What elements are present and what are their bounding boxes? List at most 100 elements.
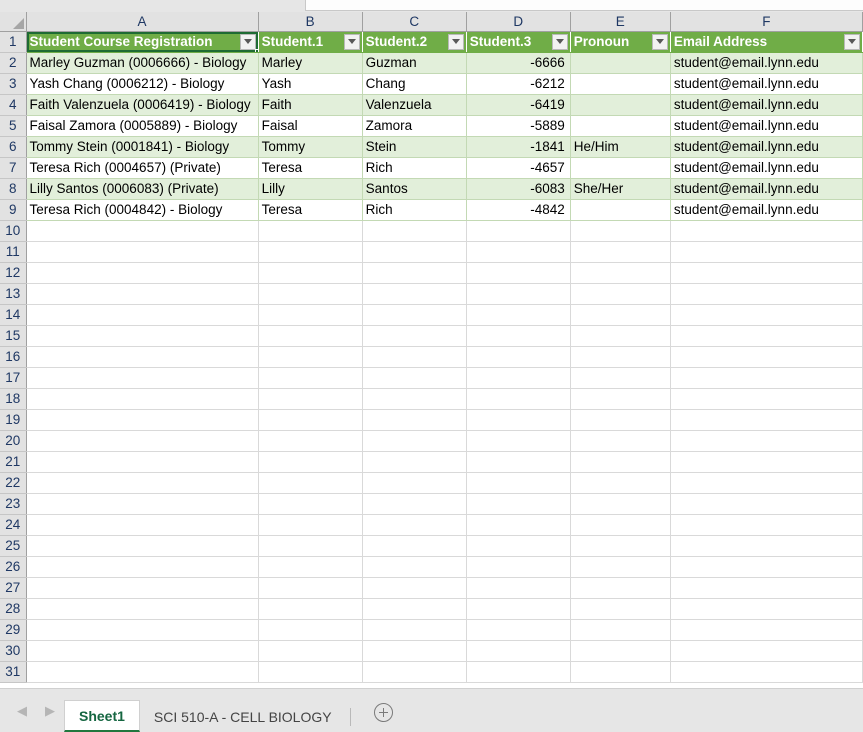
cell-B23[interactable] xyxy=(258,493,363,515)
cell-B4[interactable]: Faith xyxy=(258,94,363,116)
cell-E8[interactable]: She/Her xyxy=(570,178,671,200)
cell-A31[interactable] xyxy=(26,661,259,683)
cell-C16[interactable] xyxy=(362,346,467,368)
cell-D11[interactable] xyxy=(466,241,571,263)
cell-B24[interactable] xyxy=(258,514,363,536)
cell-D27[interactable] xyxy=(466,577,571,599)
row-header-18[interactable]: 18 xyxy=(0,388,27,410)
cell-A18[interactable] xyxy=(26,388,259,410)
cell-E11[interactable] xyxy=(570,241,671,263)
cell-A20[interactable] xyxy=(26,430,259,452)
cell-B9[interactable]: Teresa xyxy=(258,199,363,221)
cell-C10[interactable] xyxy=(362,220,467,242)
cell-C21[interactable] xyxy=(362,451,467,473)
cell-B30[interactable] xyxy=(258,640,363,662)
cell-A25[interactable] xyxy=(26,535,259,557)
cell-F26[interactable] xyxy=(670,556,863,578)
cell-A2[interactable]: Marley Guzman (0006666) - Biology xyxy=(26,52,259,74)
cell-E28[interactable] xyxy=(570,598,671,620)
cell-A21[interactable] xyxy=(26,451,259,473)
cell-E14[interactable] xyxy=(570,304,671,326)
row-header-23[interactable]: 23 xyxy=(0,493,27,515)
cell-B15[interactable] xyxy=(258,325,363,347)
cell-E22[interactable] xyxy=(570,472,671,494)
row-header-19[interactable]: 19 xyxy=(0,409,27,431)
cell-C27[interactable] xyxy=(362,577,467,599)
row-header-17[interactable]: 17 xyxy=(0,367,27,389)
cell-F21[interactable] xyxy=(670,451,863,473)
cell-C25[interactable] xyxy=(362,535,467,557)
row-header-13[interactable]: 13 xyxy=(0,283,27,305)
cell-E26[interactable] xyxy=(570,556,671,578)
cell-E5[interactable] xyxy=(570,115,671,137)
cell-F2[interactable]: student@email.lynn.edu xyxy=(670,52,863,74)
cell-C2[interactable]: Guzman xyxy=(362,52,467,74)
filter-dropdown-button-a[interactable] xyxy=(239,33,256,50)
row-header-6[interactable]: 6 xyxy=(0,136,27,158)
row-header-31[interactable]: 31 xyxy=(0,661,27,683)
cell-D12[interactable] xyxy=(466,262,571,284)
cell-F7[interactable]: student@email.lynn.edu xyxy=(670,157,863,179)
cell-A3[interactable]: Yash Chang (0006212) - Biology xyxy=(26,73,259,95)
cell-F14[interactable] xyxy=(670,304,863,326)
cell-A5[interactable]: Faisal Zamora (0005889) - Biology xyxy=(26,115,259,137)
table-header-cell-d[interactable]: Student.3 xyxy=(466,31,571,53)
cell-C14[interactable] xyxy=(362,304,467,326)
row-header-2[interactable]: 2 xyxy=(0,52,27,74)
cell-A24[interactable] xyxy=(26,514,259,536)
cell-C11[interactable] xyxy=(362,241,467,263)
cell-A17[interactable] xyxy=(26,367,259,389)
cell-C19[interactable] xyxy=(362,409,467,431)
cell-B2[interactable]: Marley xyxy=(258,52,363,74)
cell-B22[interactable] xyxy=(258,472,363,494)
cell-A6[interactable]: Tommy Stein (0001841) - Biology xyxy=(26,136,259,158)
cell-F9[interactable]: student@email.lynn.edu xyxy=(670,199,863,221)
cell-A10[interactable] xyxy=(26,220,259,242)
row-header-15[interactable]: 15 xyxy=(0,325,27,347)
row-header-7[interactable]: 7 xyxy=(0,157,27,179)
cell-E31[interactable] xyxy=(570,661,671,683)
cell-E23[interactable] xyxy=(570,493,671,515)
cell-E10[interactable] xyxy=(570,220,671,242)
cell-C28[interactable] xyxy=(362,598,467,620)
cell-F11[interactable] xyxy=(670,241,863,263)
row-header-20[interactable]: 20 xyxy=(0,430,27,452)
cell-F27[interactable] xyxy=(670,577,863,599)
cell-E15[interactable] xyxy=(570,325,671,347)
cell-D16[interactable] xyxy=(466,346,571,368)
cell-A13[interactable] xyxy=(26,283,259,305)
cell-E25[interactable] xyxy=(570,535,671,557)
column-header-f[interactable]: F xyxy=(670,12,863,32)
cell-B16[interactable] xyxy=(258,346,363,368)
table-header-cell-f[interactable]: Email Address xyxy=(670,31,863,53)
cell-E2[interactable] xyxy=(570,52,671,74)
chevron-left-icon[interactable]: ◀ xyxy=(8,697,36,725)
cell-A11[interactable] xyxy=(26,241,259,263)
cell-A14[interactable] xyxy=(26,304,259,326)
cell-D20[interactable] xyxy=(466,430,571,452)
cell-F5[interactable]: student@email.lynn.edu xyxy=(670,115,863,137)
cell-E27[interactable] xyxy=(570,577,671,599)
row-header-14[interactable]: 14 xyxy=(0,304,27,326)
cell-A9[interactable]: Teresa Rich (0004842) - Biology xyxy=(26,199,259,221)
row-header-30[interactable]: 30 xyxy=(0,640,27,662)
cell-C26[interactable] xyxy=(362,556,467,578)
cell-E13[interactable] xyxy=(570,283,671,305)
cell-A22[interactable] xyxy=(26,472,259,494)
filter-dropdown-button-b[interactable] xyxy=(343,33,360,50)
cell-E16[interactable] xyxy=(570,346,671,368)
cell-C8[interactable]: Santos xyxy=(362,178,467,200)
column-header-e[interactable]: E xyxy=(570,12,671,32)
cell-C5[interactable]: Zamora xyxy=(362,115,467,137)
cell-B5[interactable]: Faisal xyxy=(258,115,363,137)
cell-B28[interactable] xyxy=(258,598,363,620)
cell-F17[interactable] xyxy=(670,367,863,389)
cell-A28[interactable] xyxy=(26,598,259,620)
cell-F24[interactable] xyxy=(670,514,863,536)
cell-C29[interactable] xyxy=(362,619,467,641)
cell-F13[interactable] xyxy=(670,283,863,305)
cell-D24[interactable] xyxy=(466,514,571,536)
row-header-21[interactable]: 21 xyxy=(0,451,27,473)
cell-B27[interactable] xyxy=(258,577,363,599)
cell-D21[interactable] xyxy=(466,451,571,473)
